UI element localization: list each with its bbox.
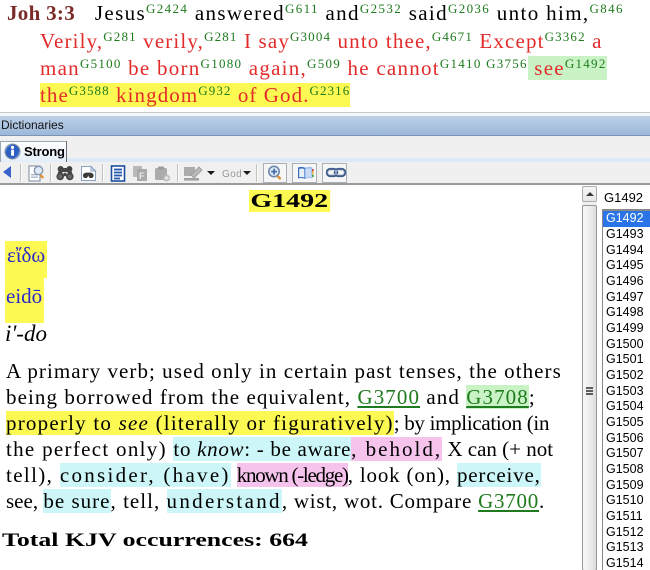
svg-text:F: F: [139, 171, 145, 181]
